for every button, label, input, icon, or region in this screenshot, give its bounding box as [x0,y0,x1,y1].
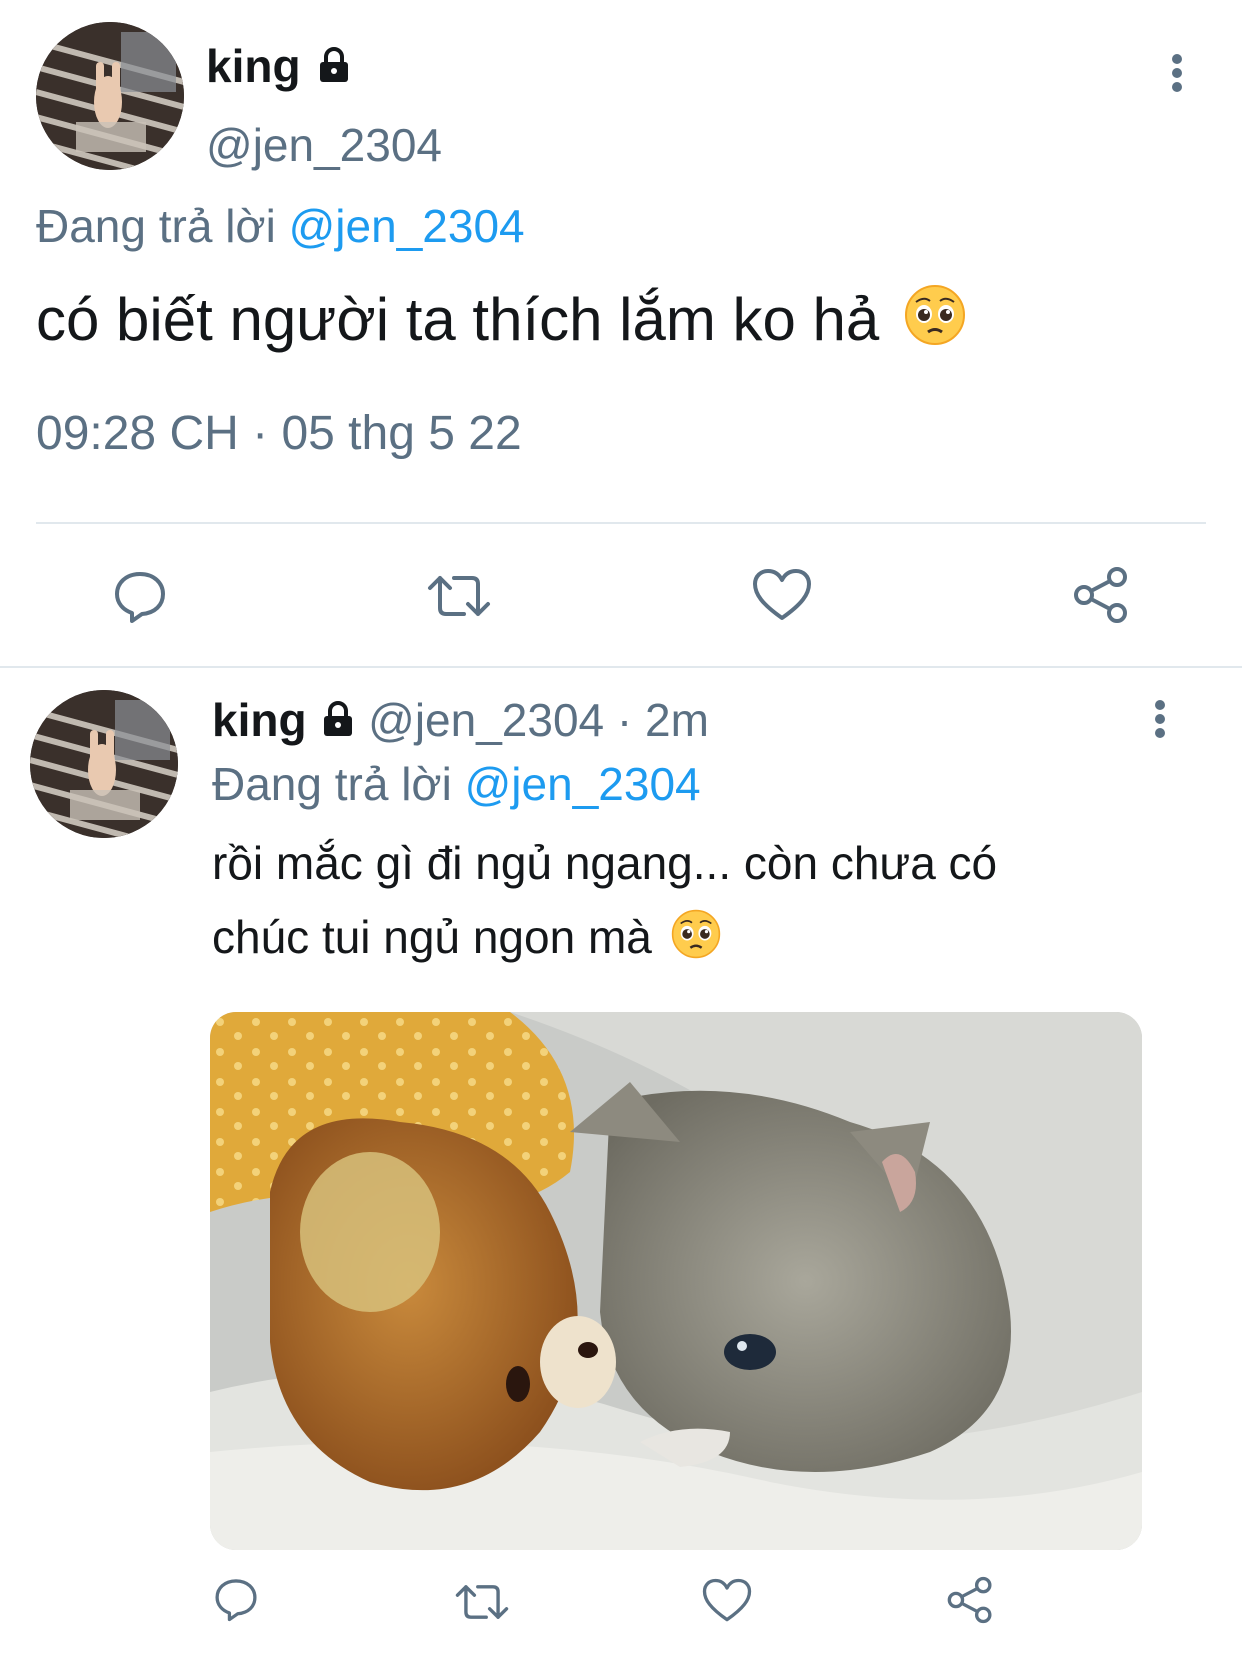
tweet-body: chúc tui ngủ ngon mà [212,911,652,963]
reply-mention-link[interactable]: @jen_2304 [465,758,701,810]
lock-icon [321,694,355,750]
reply-mention-link[interactable]: @jen_2304 [289,200,525,252]
retweet-icon[interactable] [454,1580,510,1624]
tweet-body: có biết người ta thích lắm ko hả [36,286,880,353]
display-name[interactable]: king [206,40,301,92]
tweet-media-photo[interactable] [210,1012,1142,1550]
reply-prefix: Đang trả lời [36,200,276,252]
reply-icon[interactable] [213,1576,259,1622]
tweet-body: rồi mắc gì đi ngủ ngang... còn chưa có [212,837,998,889]
relative-time[interactable]: · 2m [617,694,709,746]
divider [0,666,1242,668]
more-options-icon[interactable] [1153,700,1167,740]
like-icon[interactable] [702,1578,752,1623]
more-options-icon[interactable] [1170,54,1184,94]
share-icon[interactable] [1072,566,1130,624]
pleading-face-emoji [671,909,721,972]
handle[interactable]: @jen_2304 [206,117,442,173]
divider [36,522,1206,524]
display-name[interactable]: king [212,694,307,746]
retweet-icon[interactable] [426,570,492,622]
tweet-text: có biết người ta thích lắm ko hả [36,282,966,364]
tweet-text: chúc tui ngủ ngon mà [212,908,721,972]
pleading-face-emoji [904,284,966,364]
share-icon[interactable] [946,1576,994,1624]
avatar[interactable] [30,690,178,838]
avatar[interactable] [36,22,184,170]
like-icon[interactable] [752,568,812,622]
reply-prefix: Đang trả lời [212,758,452,810]
tweet-header: king @jen_2304 · 2m [212,692,709,750]
replying-to: Đang trả lời @jen_2304 [36,198,525,254]
handle[interactable]: @jen_2304 [368,694,604,746]
reply-icon[interactable] [112,568,168,624]
replying-to: Đang trả lời @jen_2304 [212,756,701,812]
lock-icon [317,40,351,96]
timestamp[interactable]: 09:28 CH · 05 thg 5 22 [36,404,522,464]
